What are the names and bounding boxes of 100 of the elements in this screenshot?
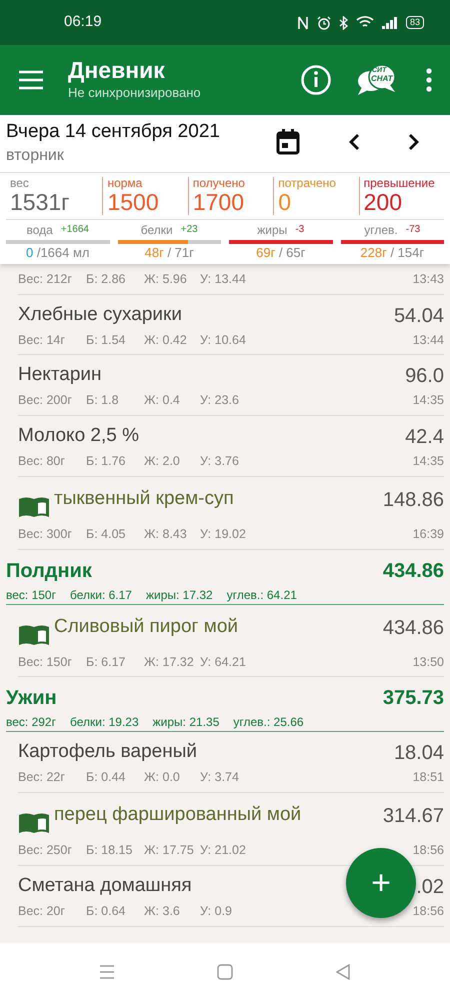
meal-nutrient: углев.: 64.21 — [226, 586, 297, 604]
food-name[interactable]: Сметана домашняя — [18, 872, 192, 900]
nutrient-value: Вес: 200г — [18, 392, 73, 410]
macro-label: жиры — [257, 224, 288, 238]
nutrient-value: Б: 4.05 — [86, 526, 126, 543]
nutrient-value: Ж: 0.0 — [144, 769, 181, 786]
nutrient-value: У: 64.21 — [200, 654, 246, 671]
sync-status: Не синхронизировано — [68, 84, 202, 102]
clock: 06:19 — [64, 12, 102, 32]
meal-nutrient: вес: 292г — [6, 714, 56, 732]
alarm-icon — [316, 16, 331, 30]
macro-label: углев. — [364, 224, 398, 238]
bluetooth-icon — [338, 16, 348, 30]
macro-difference: -3 — [295, 224, 304, 238]
date-title: Вчера 14 сентября 2021 — [6, 121, 221, 144]
macro-amount: 0 /1664 мл — [24, 246, 90, 260]
stat-label: вес — [10, 177, 30, 190]
nutrient-value: Вес: 80г — [18, 453, 66, 470]
nutrient-value: Вес: 250г — [18, 842, 73, 860]
stat-label: получено — [192, 177, 246, 190]
macro-amount: 48г / 71г — [144, 246, 195, 260]
nutrient-value: У: 13.44 — [200, 270, 246, 288]
nutrient-value: Б: 18.15 — [86, 842, 134, 860]
food-name[interactable]: Нектарин — [18, 361, 102, 390]
app-title: Дневник — [68, 58, 166, 83]
more-options-icon[interactable] — [426, 68, 432, 92]
nutrient-value: Ж: 3.6 — [144, 902, 181, 920]
calendar-icon[interactable] — [276, 129, 300, 155]
meal-nutrient: жиры: 17.32 — [146, 586, 213, 604]
nutrient-value: Ж: 0.4 — [144, 392, 181, 410]
meal-name: Полдник — [6, 558, 92, 584]
food-name[interactable]: Молоко 2,5 % — [18, 422, 140, 451]
nutrient-value: Б: 6.17 — [86, 654, 126, 671]
food-name[interactable]: Хлебные сухарики — [18, 300, 182, 330]
chevron-left-icon[interactable] — [348, 133, 360, 151]
food-name[interactable]: Сливовый пирог мой — [54, 612, 238, 642]
calories: 148.86 — [382, 488, 444, 513]
nutrient-value: У: 0.9 — [200, 902, 232, 920]
macro-label: вода — [26, 224, 53, 238]
menu-icon[interactable] — [99, 964, 115, 980]
nutrient-value: Б: 1.76 — [86, 453, 126, 470]
nutrient-value: Б: 1.54 — [86, 332, 126, 349]
meal-nutrient: белки: 6.17 — [70, 586, 132, 604]
nutrient-value: Вес: 150г — [18, 654, 73, 671]
nutrient-value: Вес: 22г — [18, 769, 66, 786]
stat-value: 1531г — [10, 190, 71, 216]
stat-value: 200 — [364, 190, 402, 216]
meal-nutrient: жиры: 21.35 — [152, 714, 220, 732]
nutrient-value: У: 21.02 — [200, 842, 246, 860]
nutrient-value: Вес: 20г — [18, 902, 66, 920]
nutrient-value: Б: 2.86 — [86, 270, 126, 288]
back-icon[interactable] — [335, 964, 351, 980]
entry-time: 14:35 — [412, 392, 444, 410]
nutrient-value: У: 19.02 — [200, 526, 246, 543]
stat-value: 1700 — [192, 190, 246, 216]
nutrient-value: Вес: 300г — [18, 526, 73, 543]
macro-label: белки — [140, 224, 173, 238]
battery-indicator: 83 — [406, 16, 424, 29]
stat-value: 1500 — [107, 190, 160, 216]
weekday-label: вторник — [6, 146, 65, 166]
entry-time: 14:35 — [412, 453, 444, 470]
chat-bubbles-icon — [356, 63, 396, 97]
macro-amount: 228г / 154г — [359, 246, 426, 260]
info-icon[interactable] — [300, 64, 332, 96]
nutrient-value: Ж: 5.96 — [144, 270, 188, 288]
nutrient-value: У: 23.6 — [200, 392, 239, 410]
meal-calories: 375.73 — [382, 686, 444, 712]
home-icon[interactable] — [217, 964, 233, 980]
nutrient-value: Ж: 0.42 — [144, 332, 188, 349]
stat-value: 0 — [278, 190, 292, 216]
stat-label: норма — [107, 177, 144, 190]
calories: 42.4 — [405, 425, 444, 450]
nutrient-value: Б: 0.64 — [86, 902, 126, 920]
nutrient-value: Ж: 17.75 — [144, 842, 195, 860]
macro-difference: +1664 — [60, 224, 89, 238]
nutrient-value: Вес: 212г — [18, 270, 73, 288]
chevron-right-icon[interactable] — [408, 133, 420, 151]
nutrient-value: Ж: 2.0 — [144, 453, 181, 470]
nutrient-value: У: 3.74 — [200, 769, 239, 786]
calories: 314.67 — [382, 804, 444, 830]
meal-calories: 434.86 — [382, 558, 444, 584]
stat-label: потрачено — [278, 177, 337, 190]
nutrient-value: У: 10.64 — [200, 332, 246, 349]
nfc-icon — [296, 16, 309, 30]
entry-time: 16:39 — [412, 526, 444, 543]
food-name[interactable]: перец фаршированный мой — [54, 801, 302, 830]
entry-time: 13:44 — [412, 332, 444, 349]
nutrient-value: Б: 1.8 — [86, 392, 120, 410]
calories: 54.04 — [394, 304, 444, 329]
entry-time: 13:43 — [412, 270, 444, 288]
meal-name: Ужин — [6, 686, 57, 712]
chat-label: CHAT — [371, 75, 393, 83]
food-name[interactable]: Картофель вареный — [18, 738, 198, 767]
food-name[interactable]: тыквенный крем-суп — [54, 484, 234, 514]
nutrient-value: Вес: 14г — [18, 332, 66, 349]
nutrient-value: Б: 0.44 — [86, 769, 126, 786]
calories: 434.86 — [382, 616, 444, 641]
signal-icon — [382, 16, 398, 28]
meal-nutrient: вес: 150г — [6, 586, 56, 604]
macro-amount: 69г / 65г — [255, 246, 306, 260]
